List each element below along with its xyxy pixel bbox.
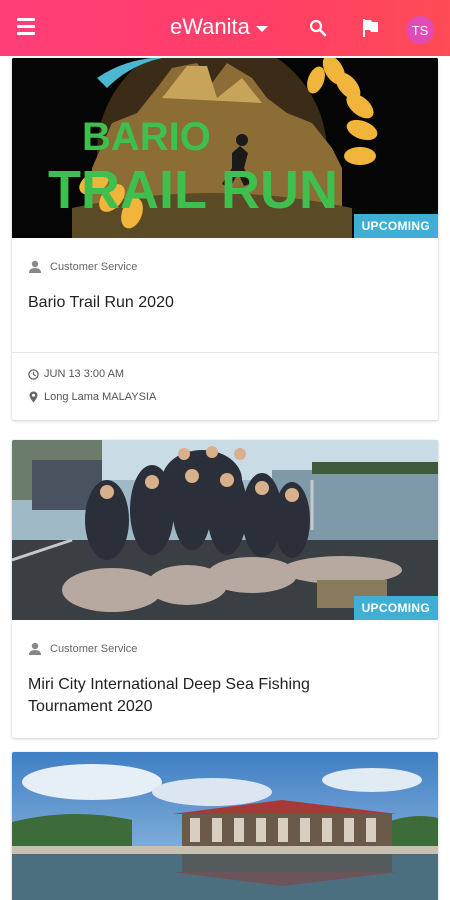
- search-button[interactable]: [306, 16, 330, 40]
- organizer-name: Customer Service: [50, 643, 138, 655]
- status-badge: UPCOMING: [353, 214, 438, 238]
- clock-icon: [28, 368, 39, 380]
- event-title: Bario Trail Run 2020: [28, 294, 174, 311]
- event-datetime-text: JUN 13 3:00 AM: [44, 368, 125, 380]
- event-datetime: JUN 13 3:00 AM: [28, 368, 124, 380]
- banner-title-top: BARIO: [82, 115, 211, 159]
- pavilion-lake-photo: [12, 752, 438, 900]
- user-icon: [29, 260, 41, 273]
- event-card[interactable]: BARIO TRAIL RUN UPCOMING Customer Servic…: [12, 58, 438, 420]
- event-banner: [12, 752, 438, 900]
- event-title-line: Miri City International Deep Sea Fishing: [28, 676, 310, 693]
- caret-down-icon: [255, 26, 268, 32]
- organizer: Customer Service: [28, 642, 137, 656]
- event-banner: BARIO TRAIL RUN UPCOMING: [12, 58, 438, 238]
- organizer-name: Customer Service: [50, 261, 138, 273]
- brand-switcher[interactable]: eWanita: [170, 14, 268, 40]
- banner-title-main: TRAIL RUN: [48, 160, 338, 220]
- event-title-line: Tournament 2020: [28, 698, 153, 715]
- status-badge: UPCOMING: [353, 596, 438, 620]
- user-icon: [29, 642, 41, 655]
- menu-icon: [17, 18, 37, 35]
- divider: [12, 352, 438, 353]
- search-icon: [309, 19, 327, 37]
- event-title: Miri City International Deep Sea Fishing…: [28, 674, 422, 718]
- menu-button[interactable]: [17, 18, 37, 36]
- flag-icon: [363, 19, 378, 37]
- event-card[interactable]: UPCOMING Customer Service Miri City Inte…: [12, 440, 438, 738]
- avatar[interactable]: TS: [406, 16, 434, 44]
- location-pin-icon: [29, 391, 38, 403]
- event-location: Long Lama MALAYSIA: [28, 391, 156, 403]
- event-location-text: Long Lama MALAYSIA: [44, 391, 157, 403]
- event-banner: UPCOMING: [12, 440, 438, 620]
- fishing-tournament-photo: [12, 440, 438, 620]
- brand-title: eWanita: [170, 14, 250, 39]
- flag-button[interactable]: [358, 16, 382, 40]
- bario-trail-run-artwork: BARIO TRAIL RUN: [12, 58, 438, 238]
- app-header: eWanita TS: [0, 0, 450, 56]
- organizer: Customer Service: [28, 260, 137, 274]
- event-card[interactable]: [12, 752, 438, 900]
